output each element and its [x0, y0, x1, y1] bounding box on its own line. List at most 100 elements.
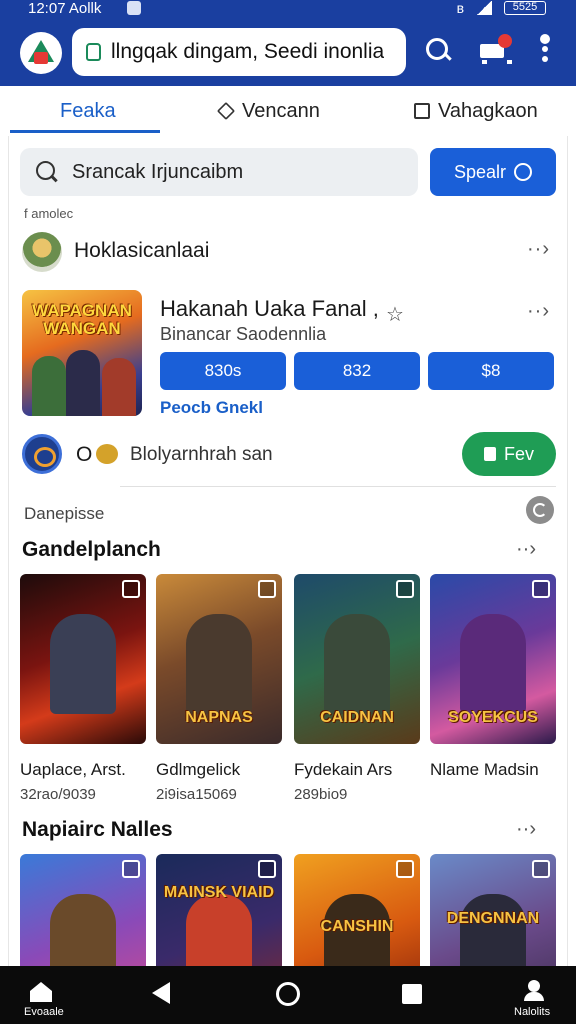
section-title: Gandelplanch: [22, 538, 161, 561]
lock-icon: [86, 43, 101, 61]
price-button[interactable]: $8: [428, 352, 554, 390]
tag-icon: [258, 860, 276, 878]
nav-profile-button[interactable]: Nalolits: [512, 978, 558, 1020]
art-title: MAINSK VIAID: [163, 884, 275, 901]
star-icon: [216, 101, 236, 121]
price-button[interactable]: 832: [294, 352, 420, 390]
home-icon: [30, 982, 52, 1002]
section-title: Napiairc Nalles: [22, 818, 173, 841]
list-item-title: Blolyarnhrah san: [130, 444, 273, 465]
game-meta: 32rao/9039: [20, 786, 96, 803]
list-item[interactable]: O Blolyarnhrah san Fev: [20, 432, 556, 478]
list-item[interactable]: Hoklasicanlaai ··›: [20, 230, 556, 274]
cart-icon[interactable]: [478, 34, 512, 66]
more-arrow-icon[interactable]: ··›: [516, 538, 536, 561]
tab-feaka[interactable]: Feaka: [60, 86, 116, 136]
featured-title: Hakanah Uaka Fanal ,: [160, 296, 379, 321]
game-meta: 2i9isa15069: [156, 786, 237, 803]
search-icon[interactable]: [424, 36, 454, 66]
featured-item[interactable]: WAPAGNAN WANGAN Hakanah Uaka Fanal , ☆ B…: [20, 290, 556, 418]
game-name: Uaplace, Arst.: [20, 760, 126, 779]
active-tab-indicator: [10, 130, 160, 133]
bookmark-icon: [483, 447, 496, 461]
divider: [120, 486, 556, 487]
status-bar: 12:07 Aollk ʙ 5525: [0, 0, 576, 20]
game-name: Nlame Madsin: [430, 760, 539, 779]
tag-icon: [396, 860, 414, 878]
more-vert-icon[interactable]: [530, 34, 560, 66]
game-card[interactable]: SOYEKCUS Nlame Madsin: [430, 574, 556, 786]
tag-icon: [122, 860, 140, 878]
game-name: Gdlmgelick: [156, 760, 241, 779]
art-title: DENGNNAN: [446, 910, 540, 927]
art-title: CANSHIN: [320, 918, 394, 935]
app-bar: 12:07 Aollk ʙ 5525 llngqak dingam, Seedi…: [0, 0, 576, 86]
tab-bar: Feaka Vencann Vahagkaon: [0, 86, 576, 136]
tag-icon: [122, 580, 140, 598]
coin-icon: [96, 444, 118, 464]
game-art[interactable]: SOYEKCUS: [430, 574, 556, 744]
list-item-prefix: O: [76, 443, 93, 466]
game-art[interactable]: [20, 574, 146, 744]
more-arrow-icon[interactable]: ··›: [527, 300, 550, 323]
tab-vahagkaon[interactable]: Vahagkaon: [414, 86, 538, 136]
search-placeholder: Srancak Irjuncaibm: [72, 160, 244, 183]
art-title: NAPNAS: [185, 709, 253, 726]
game-card[interactable]: Uaplace, Arst. 32rao/9039: [20, 574, 146, 803]
tag-icon: [258, 580, 276, 598]
price-button[interactable]: 830s: [160, 352, 286, 390]
app-logo-icon[interactable]: [20, 32, 62, 74]
nav-home-label: Evoaale: [24, 1006, 64, 1018]
nav-profile-label: Nalolits: [514, 1006, 551, 1018]
refresh-icon[interactable]: [526, 496, 554, 524]
game-card[interactable]: NAPNAS Gdlmgelick 2i9isa15069: [156, 574, 282, 803]
battery-icon: 5525: [504, 1, 546, 15]
game-meta: 289bio9: [294, 786, 348, 803]
featured-game-art[interactable]: WAPAGNAN WANGAN: [22, 290, 142, 416]
cart-badge: [498, 34, 512, 48]
app-icon: [22, 434, 62, 474]
home-circle-icon[interactable]: [276, 982, 300, 1006]
search-field[interactable]: Srancak Irjuncaibm: [20, 148, 418, 196]
game-card[interactable]: CAIDNAN Fydekain Ars 289bio9: [294, 574, 420, 803]
profile-icon: [528, 980, 540, 992]
search-button[interactable]: Spealr: [430, 148, 556, 196]
tab-label: Vahagkaon: [438, 99, 538, 122]
more-arrow-icon[interactable]: ··›: [516, 818, 536, 841]
loading-icon: [514, 163, 533, 181]
address-search-text: llngqak dingam, Seedi inonlia: [111, 40, 385, 63]
more-arrow-icon[interactable]: ··›: [527, 238, 550, 261]
image-icon: [414, 103, 430, 119]
featured-subtitle: Binancar Saodennlia: [160, 324, 327, 344]
list-item-title: Hoklasicanlaai: [74, 239, 210, 262]
search-icon: [36, 161, 58, 183]
tag-icon: [396, 580, 414, 598]
signal-icon: [476, 1, 492, 15]
art-title: SOYEKCUS: [448, 709, 538, 726]
tag-icon: [532, 860, 550, 878]
nav-home-button[interactable]: Evoaale: [24, 980, 64, 1020]
tab-vencann[interactable]: Vencann: [216, 86, 320, 136]
tab-label: Vencann: [242, 99, 320, 122]
star-icon[interactable]: ☆: [386, 302, 404, 327]
settings-icon: [127, 1, 141, 15]
address-search-bar[interactable]: llngqak dingam, Seedi inonlia: [72, 28, 406, 76]
bluetooth-icon: ʙ: [456, 0, 464, 16]
status-time: 12:07 Aollk: [28, 0, 102, 17]
recent-apps-icon[interactable]: [402, 984, 422, 1004]
small-section-label: f amolec: [24, 206, 74, 221]
tab-label: Feaka: [60, 99, 116, 122]
back-icon[interactable]: [152, 982, 170, 1004]
game-name: Fydekain Ars: [294, 760, 393, 779]
featured-link[interactable]: Peocb Gnekl: [160, 398, 263, 418]
art-title: CAIDNAN: [320, 709, 394, 726]
game-art[interactable]: NAPNAS: [156, 574, 282, 744]
get-button-label: Fev: [503, 443, 534, 464]
search-button-label: Spealr: [453, 161, 507, 182]
get-button[interactable]: Fev: [462, 432, 556, 476]
art-title: WAPAGNAN WANGAN: [32, 301, 132, 338]
game-art[interactable]: CAIDNAN: [294, 574, 420, 744]
system-nav-bar: Evoaale Nalolits: [0, 966, 576, 1024]
notification-badge: [540, 34, 550, 44]
section-subheading: Danepisse: [24, 504, 105, 523]
